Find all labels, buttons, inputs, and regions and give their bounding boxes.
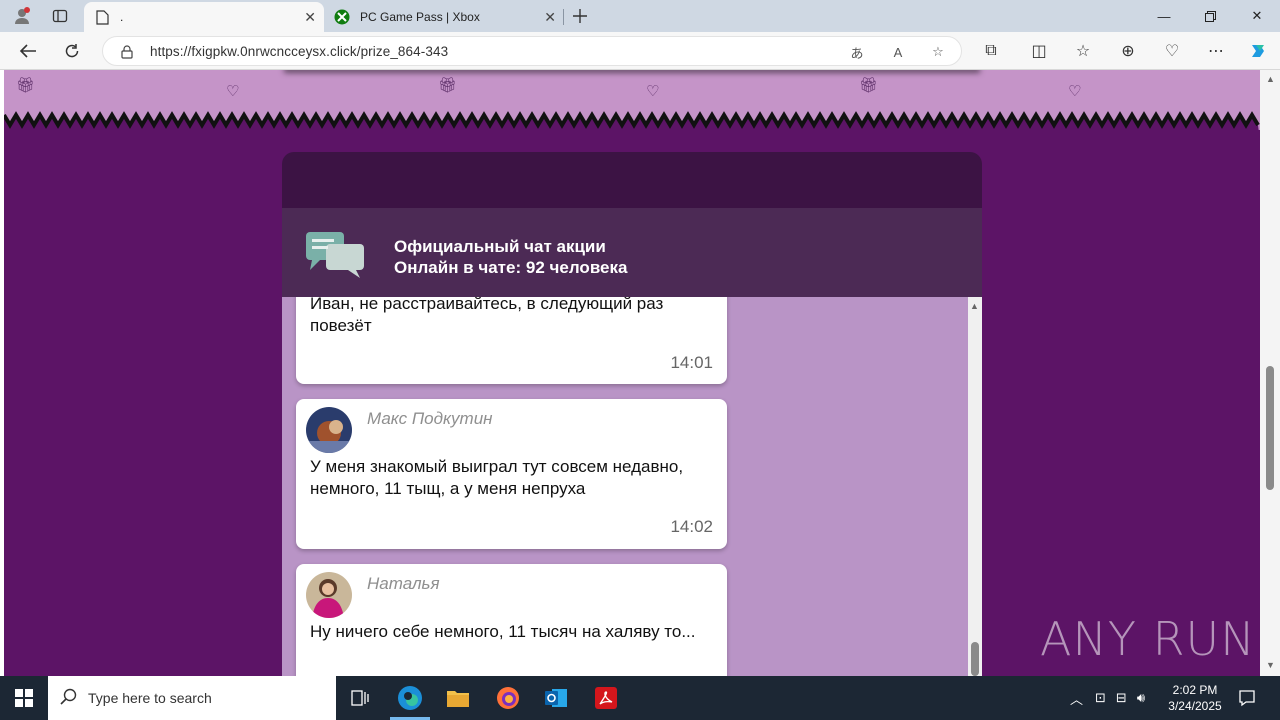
- message-text: У меня знакомый выиграл тут совсем недав…: [310, 457, 684, 498]
- more-menu-icon[interactable]: ⋯: [1200, 35, 1232, 67]
- read-aloud-icon[interactable]: A: [888, 42, 908, 62]
- heart-icon: ♡: [1068, 83, 1082, 100]
- decorative-banner: 🎁︎ ♡ 🎁︎ ♡ 🎁︎ ♡: [4, 70, 1260, 140]
- chat-widget: Официальный чат акции Онлайн в чате: 92 …: [282, 152, 982, 676]
- close-window-icon[interactable]: ✕: [1234, 0, 1280, 32]
- chat-title-block: Официальный чат акции Онлайн в чате: 92 …: [394, 236, 627, 278]
- favorites-icon[interactable]: ☆: [1067, 35, 1099, 67]
- chat-scroll-thumb[interactable]: [971, 642, 979, 676]
- scroll-up-icon[interactable]: ▲: [970, 301, 979, 311]
- taskbar-clock[interactable]: 2:02 PM 3/24/2025: [1160, 682, 1230, 714]
- file-explorer-icon[interactable]: [434, 676, 482, 720]
- chat-message: Макс Подкутин У меня знакомый выиграл ту…: [296, 399, 727, 549]
- clock-date: 3/24/2025: [1168, 699, 1222, 713]
- message-time: 14:02: [670, 517, 713, 536]
- heart-icon: ♡: [226, 83, 240, 100]
- chat-bubbles-icon: [306, 232, 364, 278]
- xbox-icon: [334, 9, 350, 25]
- copilot-icon[interactable]: [1242, 35, 1274, 67]
- online-label: Онлайн в чате:: [394, 258, 522, 277]
- browser-essentials-icon[interactable]: ♡: [1156, 35, 1188, 67]
- close-tab-icon[interactable]: ✕: [544, 9, 556, 26]
- zigzag-border: [4, 111, 1260, 140]
- firefox-icon[interactable]: [484, 676, 532, 720]
- edge-icon[interactable]: [386, 676, 434, 720]
- message-time: 14:01: [670, 353, 713, 372]
- profile-icon[interactable]: [2, 0, 42, 32]
- back-icon[interactable]: [12, 35, 44, 67]
- extensions-icon[interactable]: ⧉: [975, 35, 1007, 67]
- gift-icon: 🎁︎: [438, 77, 458, 94]
- restore-icon[interactable]: [1187, 0, 1233, 32]
- acrobat-icon[interactable]: [582, 676, 630, 720]
- gift-icon: 🎁︎: [859, 77, 879, 94]
- taskbar: Type here to search ︿ ⊡ ⊟ 🔊︎ 2:02 PM 3/2…: [0, 676, 1280, 720]
- online-count: 92: [525, 258, 545, 277]
- search-placeholder: Type here to search: [88, 690, 212, 706]
- translate-icon[interactable]: あ: [847, 42, 867, 62]
- scroll-up-icon[interactable]: ▲: [1266, 74, 1275, 84]
- chat-title: Официальный чат акции: [394, 237, 606, 256]
- chat-header: Официальный чат акции Онлайн в чате: 92 …: [282, 208, 982, 297]
- close-tab-icon[interactable]: ✕: [304, 9, 316, 26]
- refresh-icon[interactable]: [56, 35, 88, 67]
- chat-messages[interactable]: Иван, не расстраивайтесь, в следующий ра…: [282, 297, 982, 676]
- message-text: Ну ничего себе немного, 11 тысяч на халя…: [310, 622, 696, 641]
- message-author: Макс Подкутин: [367, 409, 493, 428]
- tab-current[interactable]: . ✕: [84, 2, 324, 32]
- task-view-icon[interactable]: [336, 676, 384, 720]
- address-toolbar: https://fxigpkw.0nrwcncceysx.click/prize…: [0, 32, 1280, 70]
- minimize-icon[interactable]: —: [1141, 0, 1187, 32]
- chat-scrollbar[interactable]: ▲: [968, 297, 982, 676]
- windows-start-icon[interactable]: [0, 676, 48, 720]
- watermark: ANY RUN: [1040, 612, 1256, 666]
- search-icon: [60, 688, 77, 705]
- url-text: https://fxigpkw.0nrwcncceysx.click/prize…: [150, 44, 449, 59]
- gift-icon: 🎁︎: [16, 77, 36, 94]
- favorite-star-icon[interactable]: ☆: [928, 42, 948, 62]
- chat-message: Наталья Ну ничего себе немного, 11 тысяч…: [296, 564, 727, 676]
- address-bar[interactable]: https://fxigpkw.0nrwcncceysx.click/prize…: [102, 36, 962, 66]
- page-viewport: 🎁︎ ♡ 🎁︎ ♡ 🎁︎ ♡ Официальный чат акции Онл…: [4, 70, 1260, 676]
- heart-icon: ♡: [646, 83, 660, 100]
- avatar: [306, 407, 352, 453]
- message-author: Наталья: [367, 574, 440, 593]
- new-tab-icon[interactable]: [560, 0, 600, 32]
- tab-actions-icon[interactable]: [40, 0, 80, 32]
- outlook-icon[interactable]: [532, 676, 580, 720]
- taskbar-search[interactable]: Type here to search: [48, 676, 336, 720]
- collections-icon[interactable]: ⊕: [1112, 35, 1144, 67]
- chat-top-bar: [282, 152, 982, 208]
- tab-title: .: [120, 10, 124, 24]
- tab-xbox[interactable]: PC Game Pass | Xbox ✕: [324, 2, 564, 32]
- wifi-icon[interactable]: ⊟: [1116, 690, 1127, 706]
- system-tray: ︿ ⊡ ⊟ 🔊︎: [1070, 676, 1145, 720]
- avatar: [306, 572, 352, 618]
- network-icon[interactable]: ⊡: [1095, 690, 1106, 706]
- message-text: Иван, не расстраивайтесь, в следующий ра…: [310, 297, 664, 335]
- online-status: Онлайн в чате: 92 человека: [394, 257, 627, 278]
- chevron-up-icon[interactable]: ︿: [1070, 689, 1083, 708]
- online-suffix: человека: [549, 258, 628, 277]
- lock-icon[interactable]: [117, 42, 137, 62]
- split-screen-icon[interactable]: ◫: [1023, 35, 1055, 67]
- page-scrollbar[interactable]: ▲ ▼: [1260, 70, 1280, 676]
- volume-icon[interactable]: 🔊︎: [1137, 690, 1145, 706]
- tab-strip: . ✕ PC Game Pass | Xbox ✕ — ✕: [0, 0, 1280, 32]
- notification-icon[interactable]: [1224, 676, 1270, 720]
- page-icon: [94, 9, 110, 25]
- tab-title: PC Game Pass | Xbox: [360, 10, 480, 24]
- clock-time: 2:02 PM: [1172, 683, 1218, 697]
- scroll-down-icon[interactable]: ▼: [1266, 660, 1275, 670]
- chat-message: Иван, не расстраивайтесь, в следующий ра…: [296, 297, 727, 384]
- page-scroll-thumb[interactable]: [1266, 366, 1274, 490]
